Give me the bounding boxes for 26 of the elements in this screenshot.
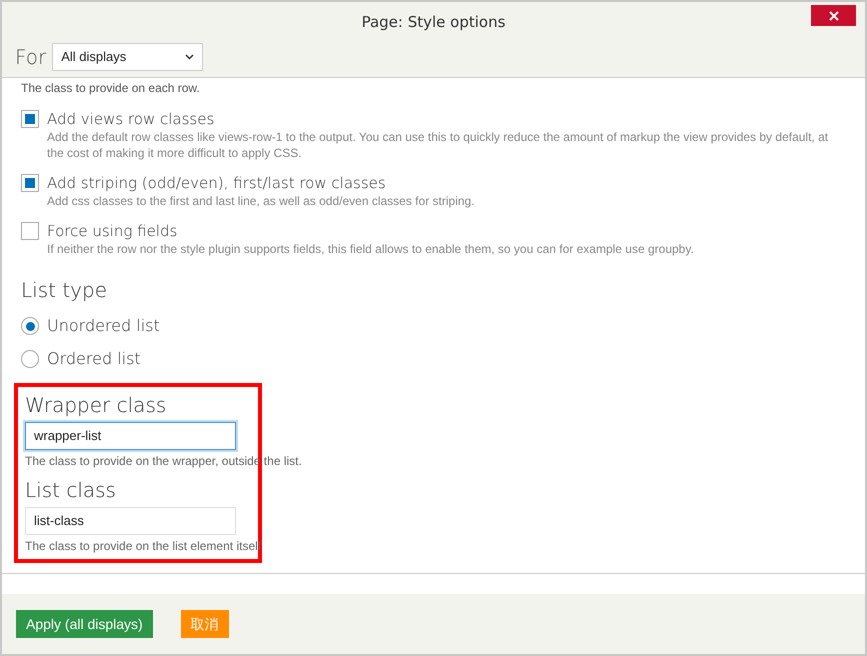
dialog-title: Page: Style options [362,12,506,33]
close-icon [828,10,838,20]
for-label: For [15,44,46,70]
radio-button[interactable] [21,350,39,368]
checkbox[interactable] [21,110,39,128]
text-field[interactable]: list-class [25,507,236,535]
section-heading: List type [21,277,108,304]
close-button[interactable] [811,5,856,26]
radio-label: Ordered list [47,348,141,370]
display-select[interactable]: All displays [52,42,204,70]
field-description: Add css classes to the first and last line, as well as odd/even classes for striping. [47,193,476,209]
chevron-down-icon [185,54,194,60]
apply-button[interactable]: Apply (all displays) [16,610,153,638]
checkbox-label: Force using fields [47,221,178,241]
checkbox-label: Add striping (odd/even), first/last row classes [47,173,387,193]
checkbox[interactable] [21,174,39,192]
checkbox[interactable] [21,222,39,240]
radio-button[interactable] [21,317,39,335]
field-description: The class to provide on each row. [21,80,201,97]
radio-label: Unordered list [47,315,160,337]
field-description: Add the default row classes like views-row-1 to the output. You can use this to quickly reduce the amount of markup the view provides by default, at the cost of making it more difficult to apply CSS. [47,129,830,161]
field-heading: List class [25,477,117,504]
text-field[interactable]: wrapper-list [25,422,236,450]
field-description: If neither the row nor the style plugin supports fields, this field allows to enable them, so you can for example use groupby. [47,241,695,257]
field-heading: Wrapper class [25,392,168,419]
checkbox-label: Add views row classes [47,109,216,129]
